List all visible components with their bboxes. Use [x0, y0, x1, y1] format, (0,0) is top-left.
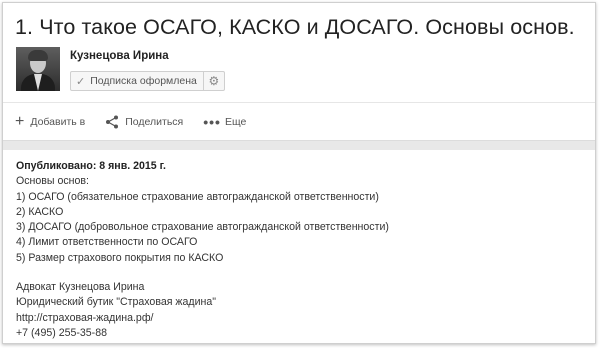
description-line: 4) Лимит ответственности по ОСАГО — [16, 236, 198, 249]
description-line: Основы основ: — [16, 175, 89, 188]
share-button[interactable]: Поделиться — [105, 115, 183, 129]
contact-line: Адвокат Кузнецова Ирина — [16, 281, 145, 294]
video-info-panel: 1. Что такое ОСАГО, КАСКО и ДОСАГО. Осно… — [2, 2, 596, 344]
section-separator — [3, 140, 595, 150]
contact-line: Юридический бутик "Страховая жадина" — [16, 296, 216, 309]
gear-icon[interactable]: ⚙ — [203, 71, 225, 91]
add-to-label: Добавить в — [30, 116, 86, 128]
subscribed-label: Подписка оформлена — [90, 75, 197, 87]
divider — [3, 102, 595, 103]
add-to-button[interactable]: + Добавить в — [15, 114, 85, 130]
video-description: Опубликовано: 8 янв. 2015 г. Основы осно… — [16, 159, 389, 341]
subscribed-button[interactable]: ✓ Подписка оформлена — [70, 71, 204, 91]
more-label: Еще — [224, 116, 247, 128]
more-icon: ••• — [203, 114, 221, 130]
website-link[interactable]: http://страховая-жадина.рф/ — [16, 311, 389, 326]
share-label: Поделиться — [125, 116, 184, 128]
check-icon: ✓ — [76, 75, 86, 88]
action-bar: + Добавить в Поделиться ••• Еще — [15, 112, 266, 132]
avatar[interactable] — [16, 47, 60, 91]
description-line: 5) Размер страхового покрытия по КАСКО — [16, 251, 224, 264]
video-header: 1. Что такое ОСАГО, КАСКО и ДОСАГО. Осно… — [3, 3, 595, 139]
video-title: 1. Что такое ОСАГО, КАСКО и ДОСАГО. Осно… — [15, 15, 575, 39]
channel-name[interactable]: Кузнецова Ирина — [70, 50, 169, 62]
publish-date: Опубликовано: 8 янв. 2015 г. — [16, 160, 166, 172]
description-line: 1) ОСАГО (обязательное страхование автог… — [16, 190, 379, 203]
subscription-control: ✓ Подписка оформлена ⚙ — [70, 71, 225, 91]
description-line: 3) ДОСАГО (добровольное страхование авто… — [16, 221, 389, 234]
plus-icon: + — [15, 113, 25, 130]
description-line: 2) КАСКО — [16, 205, 64, 218]
share-icon — [106, 115, 119, 129]
phone-number: +7 (495) 255-35-88 — [16, 326, 107, 339]
more-button[interactable]: ••• Еще — [203, 114, 246, 130]
